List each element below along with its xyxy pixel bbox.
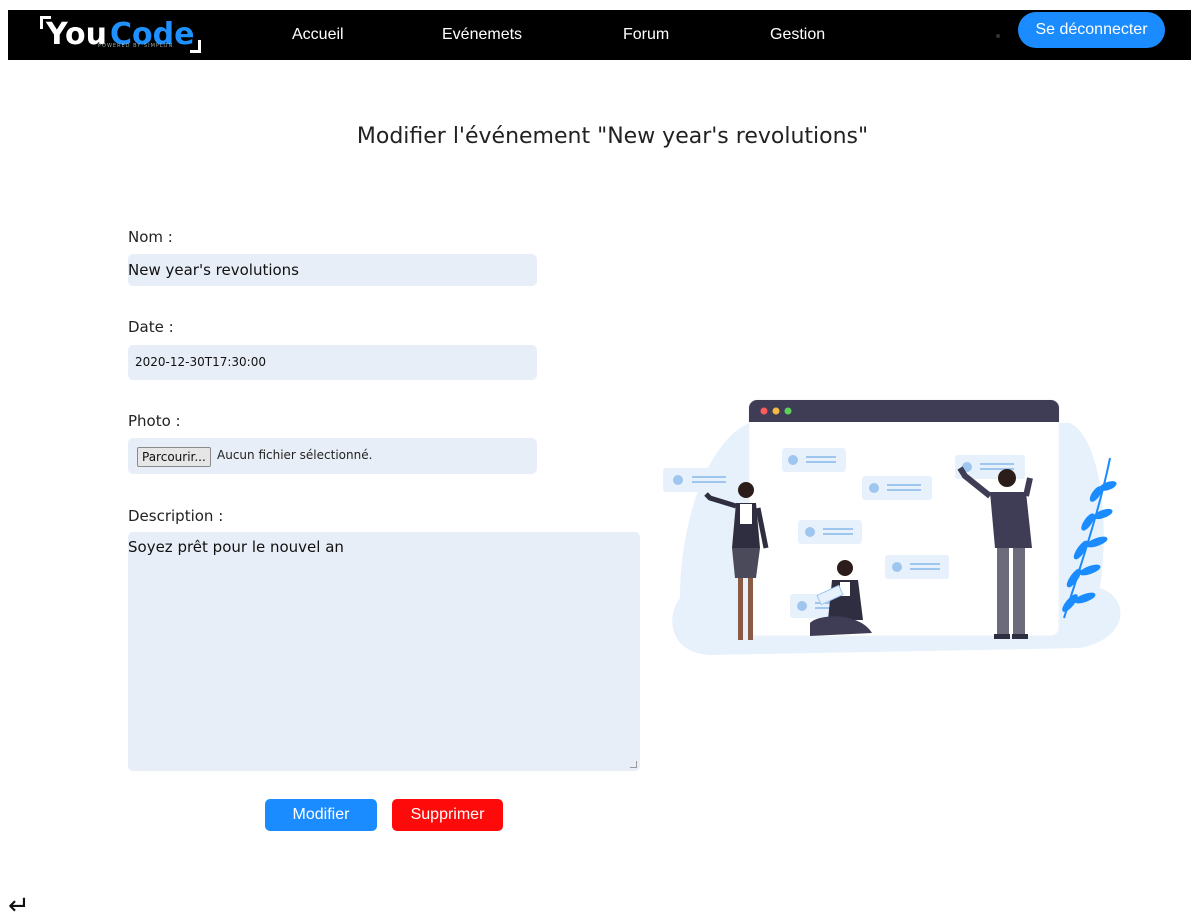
nav-separator-dot [996, 34, 1000, 38]
logout-button[interactable]: Se déconnecter [1018, 12, 1165, 48]
nav-link-forum[interactable]: Forum [623, 10, 669, 60]
browse-button[interactable]: Parcourir... [137, 447, 211, 467]
supprimer-button[interactable]: Supprimer [392, 799, 503, 831]
logo-text-code: Code [110, 17, 195, 52]
file-status-text: Aucun fichier sélectionné. [217, 448, 373, 462]
modifier-button[interactable]: Modifier [265, 799, 377, 831]
nom-label: Nom : [128, 228, 173, 246]
nom-input-value: New year's revolutions [128, 261, 299, 279]
nav-link-evenements[interactable]: Evénemets [442, 10, 522, 60]
photo-label: Photo : [128, 412, 181, 430]
logo-bracket-bottom-right [190, 40, 201, 53]
back-arrow-icon[interactable]: ↵ [8, 893, 30, 919]
nav-link-accueil[interactable]: Accueil [292, 10, 344, 60]
description-textarea[interactable]: Soyez prêt pour le nouvel an [128, 532, 640, 771]
date-input[interactable]: 2020-12-30T17:30:00 [128, 345, 537, 380]
page-title: Modifier l'événement "New year's revolut… [356, 124, 869, 149]
date-input-value: 2020-12-30T17:30:00 [135, 355, 266, 369]
resize-grip-icon[interactable] [630, 761, 637, 768]
photo-file-input: Parcourir... Aucun fichier sélectionné. [128, 438, 537, 474]
logo-text-you: You [46, 17, 107, 52]
navbar: You Code POWERED BY SIMPLON Accueil Evén… [8, 10, 1191, 60]
youcode-logo[interactable]: You Code POWERED BY SIMPLON [40, 10, 210, 60]
nav-link-gestion[interactable]: Gestion [770, 10, 825, 60]
nom-input[interactable]: New year's revolutions [128, 254, 537, 286]
people-dashboard-illustration [663, 399, 1121, 655]
date-label: Date : [128, 318, 174, 336]
logo-tagline: POWERED BY SIMPLON [98, 43, 174, 49]
description-label: Description : [128, 507, 224, 525]
description-text: Soyez prêt pour le nouvel an [128, 538, 344, 556]
